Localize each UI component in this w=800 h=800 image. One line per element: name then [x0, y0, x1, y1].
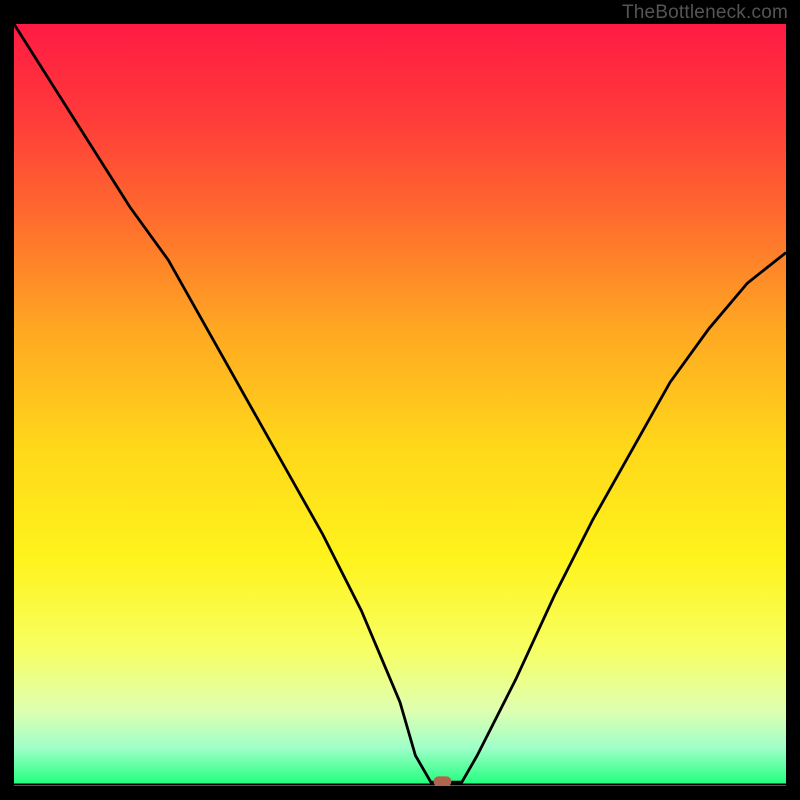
watermark-text: TheBottleneck.com [622, 2, 788, 24]
curve-overlay [14, 24, 786, 786]
chart-container: TheBottleneck.com [0, 0, 800, 800]
plot-area [14, 24, 786, 786]
optimum-marker [433, 776, 451, 786]
bottleneck-curve [14, 24, 786, 782]
